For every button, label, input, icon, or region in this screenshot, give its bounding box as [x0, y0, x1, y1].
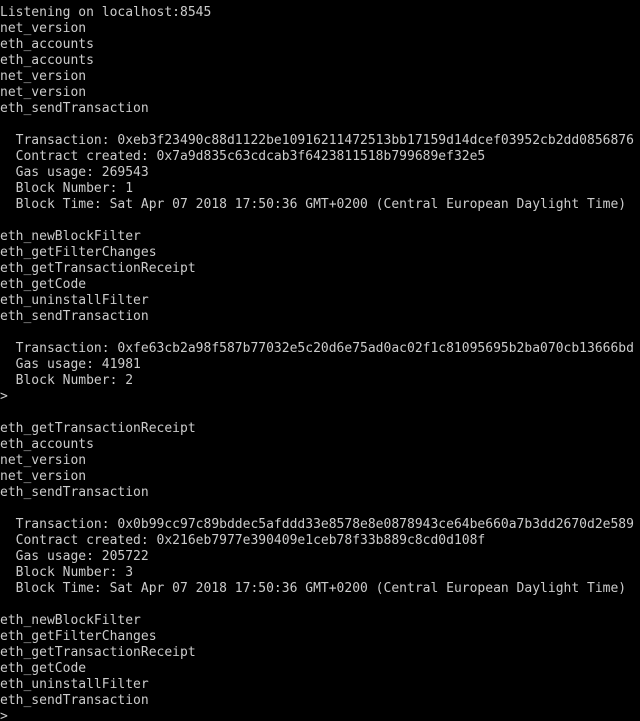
terminal-line: Block Number: 3 — [0, 565, 134, 580]
terminal-line: eth_uninstallFilter — [0, 677, 149, 692]
terminal-line: net_version — [0, 453, 87, 468]
terminal-line: net_version — [0, 469, 87, 484]
terminal-line: eth_getTransactionReceipt — [0, 261, 196, 276]
terminal-line: Transaction: 0x0b99cc97c89bddec5afddd33e… — [0, 517, 634, 532]
terminal-line: net_version — [0, 69, 87, 84]
terminal-line: eth_getFilterChanges — [0, 629, 157, 644]
terminal-line: net_version — [0, 21, 87, 36]
terminal-line: eth_getCode — [0, 661, 87, 676]
terminal-line: Listening on localhost:8545 — [0, 5, 212, 20]
terminal-line: eth_newBlockFilter — [0, 229, 141, 244]
terminal-window[interactable]: Listening on localhost:8545 net_version et… — [0, 0, 640, 721]
terminal-line: eth_uninstallFilter — [0, 293, 149, 308]
terminal-line: eth_accounts — [0, 437, 94, 452]
terminal-line: eth_sendTransaction — [0, 309, 149, 324]
terminal-line: eth_accounts — [0, 53, 94, 68]
terminal-output: Listening on localhost:8545 net_version et… — [0, 5, 640, 721]
terminal-line: Contract created: 0x216eb7977e390409e1ce… — [0, 533, 486, 548]
terminal-line: eth_getFilterChanges — [0, 245, 157, 260]
terminal-line: > — [0, 709, 8, 721]
terminal-line: Transaction: 0xeb3f23490c88d1122be109162… — [0, 133, 634, 148]
terminal-line: eth_sendTransaction — [0, 101, 149, 116]
terminal-line: > — [0, 389, 8, 404]
terminal-line: Contract created: 0x7a9d835c63cdcab3f642… — [0, 149, 486, 164]
terminal-line: Block Time: Sat Apr 07 2018 17:50:36 GMT… — [0, 581, 627, 596]
terminal-line: net_version — [0, 85, 87, 100]
terminal-line: Block Number: 1 — [0, 181, 134, 196]
terminal-line: Transaction: 0xfe63cb2a98f587b77032e5c20… — [0, 341, 634, 356]
terminal-line: Block Number: 2 — [0, 373, 134, 388]
terminal-line: Gas usage: 269543 — [0, 165, 149, 180]
terminal-line: eth_sendTransaction — [0, 485, 149, 500]
terminal-line: eth_sendTransaction — [0, 693, 149, 708]
terminal-line: eth_getTransactionReceipt — [0, 421, 196, 436]
terminal-line: eth_getTransactionReceipt — [0, 645, 196, 660]
terminal-line: Gas usage: 41981 — [0, 357, 141, 372]
terminal-line: eth_getCode — [0, 277, 87, 292]
terminal-line: Gas usage: 205722 — [0, 549, 149, 564]
terminal-line: eth_newBlockFilter — [0, 613, 141, 628]
terminal-line: Block Time: Sat Apr 07 2018 17:50:36 GMT… — [0, 197, 627, 212]
terminal-line: eth_accounts — [0, 37, 94, 52]
